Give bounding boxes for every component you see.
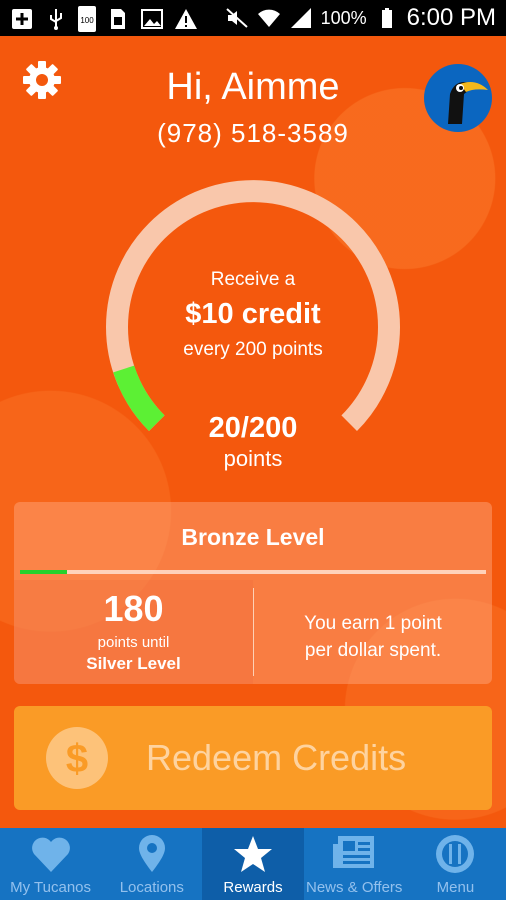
- nav-news-offers[interactable]: News & Offers: [304, 828, 405, 900]
- earn-line-2: per dollar spent.: [304, 640, 442, 661]
- level-card: Bronze Level 180 points until Silver Lev…: [14, 502, 492, 684]
- level-progress-fill: [20, 570, 67, 574]
- status-bar: 100 100% 6:00 PM: [0, 0, 506, 36]
- sim-icon: [111, 9, 125, 29]
- nav-my-tucanos[interactable]: My Tucanos: [0, 828, 101, 900]
- location-pin-icon: [138, 835, 165, 872]
- redeem-credits-button[interactable]: $ Redeem Credits: [14, 706, 492, 810]
- battery-percent: 100%: [320, 7, 367, 28]
- nav-locations[interactable]: Locations: [101, 828, 202, 900]
- earn-line-1: You earn 1 point: [304, 613, 442, 634]
- clock: 6:00 PM: [406, 4, 496, 31]
- svg-text:$: $: [66, 737, 88, 781]
- star-icon: [234, 836, 272, 872]
- points-until-panel: 180 points until Silver Level: [14, 580, 253, 684]
- nav-label: News & Offers: [306, 879, 403, 896]
- credit-frequency: every 200 points: [183, 339, 323, 360]
- nav-menu[interactable]: Menu: [405, 828, 506, 900]
- bottom-nav: My Tucanos Locations Rewards News & Offe…: [0, 828, 506, 900]
- points-label: points: [223, 446, 283, 471]
- earn-rate: You earn 1 point per dollar spent.: [254, 610, 492, 664]
- phone-number: (978) 518-3589: [157, 118, 349, 148]
- points-until-label: points until: [97, 634, 170, 651]
- add-icon: [12, 9, 32, 29]
- image-icon: [141, 9, 163, 29]
- mute-icon: [225, 8, 248, 28]
- level-title: Bronze Level: [181, 524, 325, 550]
- nav-label: My Tucanos: [10, 879, 92, 896]
- next-level-name: Silver Level: [86, 654, 181, 673]
- greeting: Hi, Aimme: [166, 66, 340, 108]
- points-until-value: 180: [103, 588, 164, 629]
- nav-rewards[interactable]: Rewards: [202, 828, 304, 900]
- nav-label: Rewards: [223, 879, 283, 896]
- credit-amount: $10 credit: [185, 298, 321, 330]
- nav-label: Menu: [436, 879, 475, 896]
- signal-icon: [290, 8, 311, 28]
- points-value: 20/200: [208, 412, 298, 444]
- wifi-icon: [257, 9, 280, 27]
- heart-icon: [31, 837, 70, 872]
- level-progress-bar: [20, 570, 486, 574]
- dollar-coin-icon: $: [46, 727, 108, 789]
- battery-badge-icon: 100: [78, 6, 96, 32]
- rewards-screen: Hi, Aimme (978) 518-3589 Receive a $10 c…: [0, 36, 506, 828]
- receive-label: Receive a: [210, 269, 296, 290]
- newspaper-icon: [333, 836, 375, 868]
- battery-icon: [381, 8, 392, 28]
- warning-icon: [175, 9, 197, 29]
- plate-icon: [436, 835, 475, 873]
- redeem-credits-label: Redeem Credits: [146, 737, 407, 778]
- nav-label: Locations: [119, 879, 184, 896]
- usb-icon: [50, 9, 62, 30]
